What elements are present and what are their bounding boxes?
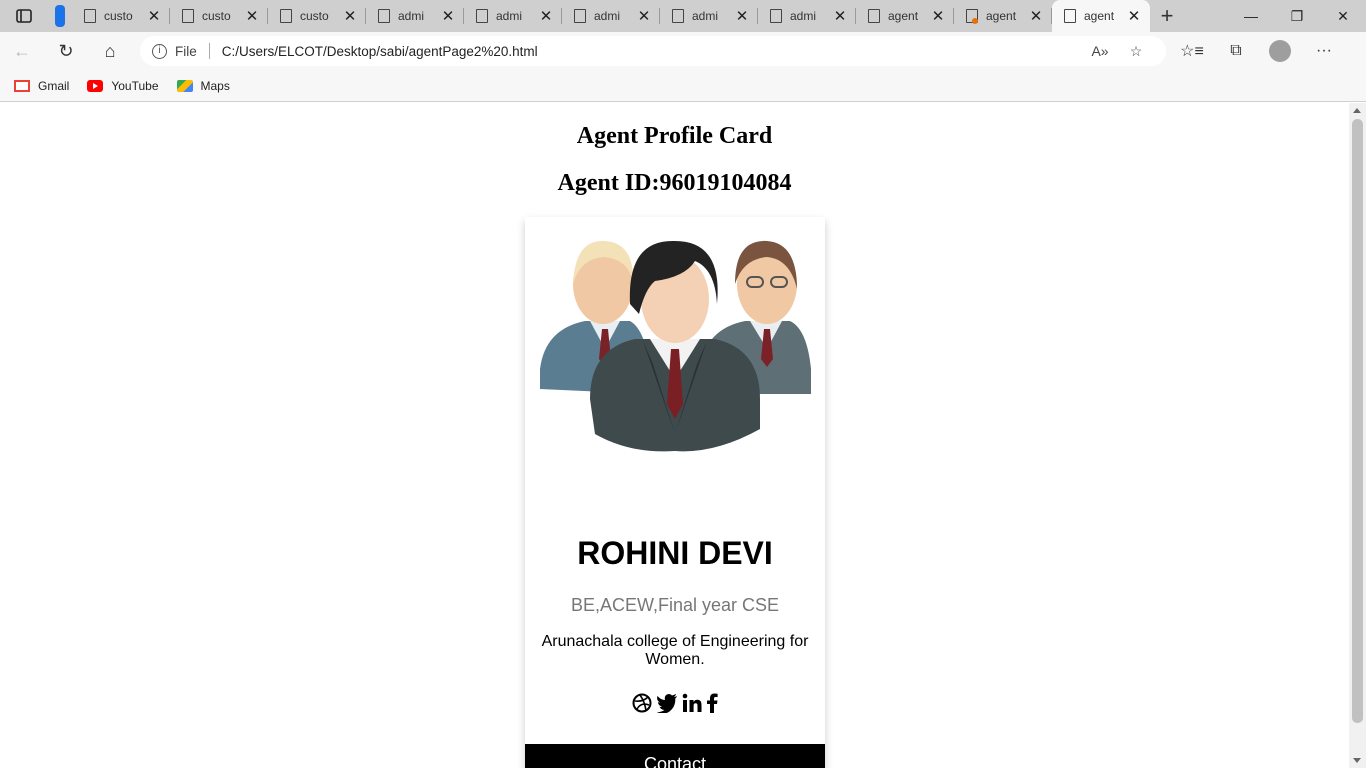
tab-title: custo [300, 9, 329, 23]
browser-tab[interactable]: admi ✕ [562, 0, 660, 32]
page-content: Agent Profile Card Agent ID:96019104084 [0, 103, 1349, 768]
scheme-label: File [175, 43, 197, 59]
tab-title: admi [496, 9, 523, 23]
tab-title: admi [692, 9, 719, 23]
social-links [525, 693, 825, 719]
scrollbar-thumb[interactable] [1352, 119, 1363, 723]
document-icon [378, 9, 390, 23]
tab-title: agent [1084, 9, 1115, 23]
tab-actions-button[interactable] [0, 0, 48, 32]
browser-tab[interactable]: admi ✕ [366, 0, 464, 32]
document-icon [868, 9, 880, 23]
browser-tab[interactable]: admi ✕ [660, 0, 758, 32]
bookmark-maps[interactable]: Maps [176, 78, 230, 93]
tab-title: admi [398, 9, 425, 23]
close-tab-icon[interactable]: ✕ [146, 7, 162, 25]
read-aloud-icon[interactable]: A» [1082, 43, 1118, 59]
close-tab-icon[interactable]: ✕ [342, 7, 358, 25]
more-menu-icon[interactable]: ··· [1302, 42, 1346, 60]
document-icon [84, 9, 96, 23]
page-title: Agent Profile Card [576, 123, 773, 149]
bookmarks-bar: Gmail YouTube Maps [0, 70, 1366, 102]
browser-toolbar: ← ↻ ⌂ i File C:/Users/ELCOT/Desktop/sabi… [0, 32, 1366, 70]
browser-tab[interactable]: admi ✕ [758, 0, 856, 32]
close-tab-icon[interactable]: ✕ [244, 7, 260, 25]
document-icon [672, 9, 684, 23]
bookmark-youtube[interactable]: YouTube [87, 78, 159, 93]
document-icon [280, 9, 292, 23]
twitter-icon[interactable] [656, 693, 678, 719]
address-divider [208, 43, 210, 59]
url-text[interactable]: C:/Users/ELCOT/Desktop/sabi/agentPage2%2… [222, 44, 1082, 59]
maps-icon [176, 79, 193, 92]
browser-tab-active[interactable]: agent ✕ [1052, 0, 1150, 32]
scroll-up-icon[interactable] [1353, 108, 1361, 113]
tabs-container: custo ✕ custo ✕ custo ✕ admi ✕ admi ✕ admi ✕ a… [72, 0, 1150, 32]
browser-tab[interactable]: admi ✕ [464, 0, 562, 32]
browser-tab[interactable]: custo ✕ [72, 0, 170, 32]
close-tab-icon[interactable]: ✕ [1028, 7, 1044, 25]
linkedin-icon[interactable] [682, 693, 702, 719]
tab-title: agent [888, 9, 919, 23]
tab-title: admi [790, 9, 817, 23]
restore-icon[interactable]: ❐ [1274, 8, 1320, 25]
info-icon[interactable]: i [152, 43, 167, 59]
facebook-icon[interactable] [706, 693, 718, 719]
browser-tab[interactable]: custo ✕ [268, 0, 366, 32]
workspace-icon [55, 5, 65, 27]
browser-tab[interactable]: agent ✕ [954, 0, 1052, 32]
tab-title: agent [986, 9, 1017, 23]
favorites-icon[interactable]: ☆≡ [1170, 41, 1214, 61]
document-icon [476, 9, 488, 23]
notification-dot [972, 18, 978, 24]
back-arrow-icon[interactable]: ← [0, 41, 44, 62]
close-tab-icon[interactable]: ✕ [832, 7, 848, 25]
toolbar-right: ☆≡ ⧉ ··· [1170, 40, 1346, 62]
close-tab-icon[interactable]: ✕ [636, 7, 652, 25]
window-controls: — ❐ ✕ [1228, 8, 1366, 25]
gmail-icon [14, 79, 30, 92]
tab-strip: custo ✕ custo ✕ custo ✕ admi ✕ admi ✕ admi ✕ a… [0, 0, 1366, 32]
address-bar[interactable]: i File C:/Users/ELCOT/Desktop/sabi/agent… [140, 36, 1166, 66]
home-icon[interactable]: ⌂ [88, 41, 132, 62]
agents-group-illustration [540, 240, 811, 452]
page-scrollbar[interactable] [1349, 103, 1366, 768]
tab-title: custo [202, 9, 231, 23]
bookmark-label: Maps [200, 78, 230, 93]
agent-degree: BE,ACEW,Final year CSE [570, 595, 780, 615]
close-tab-icon[interactable]: ✕ [734, 7, 750, 25]
refresh-icon[interactable]: ↻ [44, 41, 88, 62]
bookmark-gmail[interactable]: Gmail [14, 79, 69, 93]
dribbble-icon[interactable] [632, 693, 652, 719]
new-tab-icon[interactable]: + [1150, 3, 1184, 29]
close-window-icon[interactable]: ✕ [1320, 8, 1366, 25]
document-icon [182, 9, 194, 23]
document-icon [574, 9, 586, 23]
tab-actions-icon [16, 9, 32, 23]
close-tab-icon[interactable]: ✕ [1126, 7, 1142, 25]
add-favorite-icon[interactable]: ☆ [1118, 43, 1154, 60]
agent-college: Arunachala college of Engineering for Wo… [541, 633, 809, 668]
minimize-icon[interactable]: — [1228, 8, 1274, 25]
contact-button[interactable]: Contact [525, 744, 825, 768]
close-tab-icon[interactable]: ✕ [930, 7, 946, 25]
scroll-down-icon[interactable] [1353, 758, 1361, 763]
profile-card: ROHINI DEVI BE,ACEW,Final year CSE Aruna… [525, 217, 825, 768]
tab-title: custo [104, 9, 133, 23]
profile-avatar[interactable] [1269, 40, 1291, 62]
tab-title: admi [594, 9, 621, 23]
close-tab-icon[interactable]: ✕ [538, 7, 554, 25]
close-tab-icon[interactable]: ✕ [440, 7, 456, 25]
collections-icon[interactable]: ⧉ [1214, 42, 1258, 60]
document-icon [1064, 9, 1076, 23]
youtube-icon [87, 79, 104, 92]
bookmark-label: Gmail [38, 78, 70, 93]
agent-name: ROHINI DEVI [577, 535, 773, 571]
browser-tab[interactable]: custo ✕ [170, 0, 268, 32]
workspaces-button[interactable] [48, 0, 72, 32]
browser-tab[interactable]: agent ✕ [856, 0, 954, 32]
document-icon [770, 9, 782, 23]
bookmark-label: YouTube [111, 78, 159, 93]
agent-id-heading: Agent ID:96019104084 [557, 170, 792, 196]
